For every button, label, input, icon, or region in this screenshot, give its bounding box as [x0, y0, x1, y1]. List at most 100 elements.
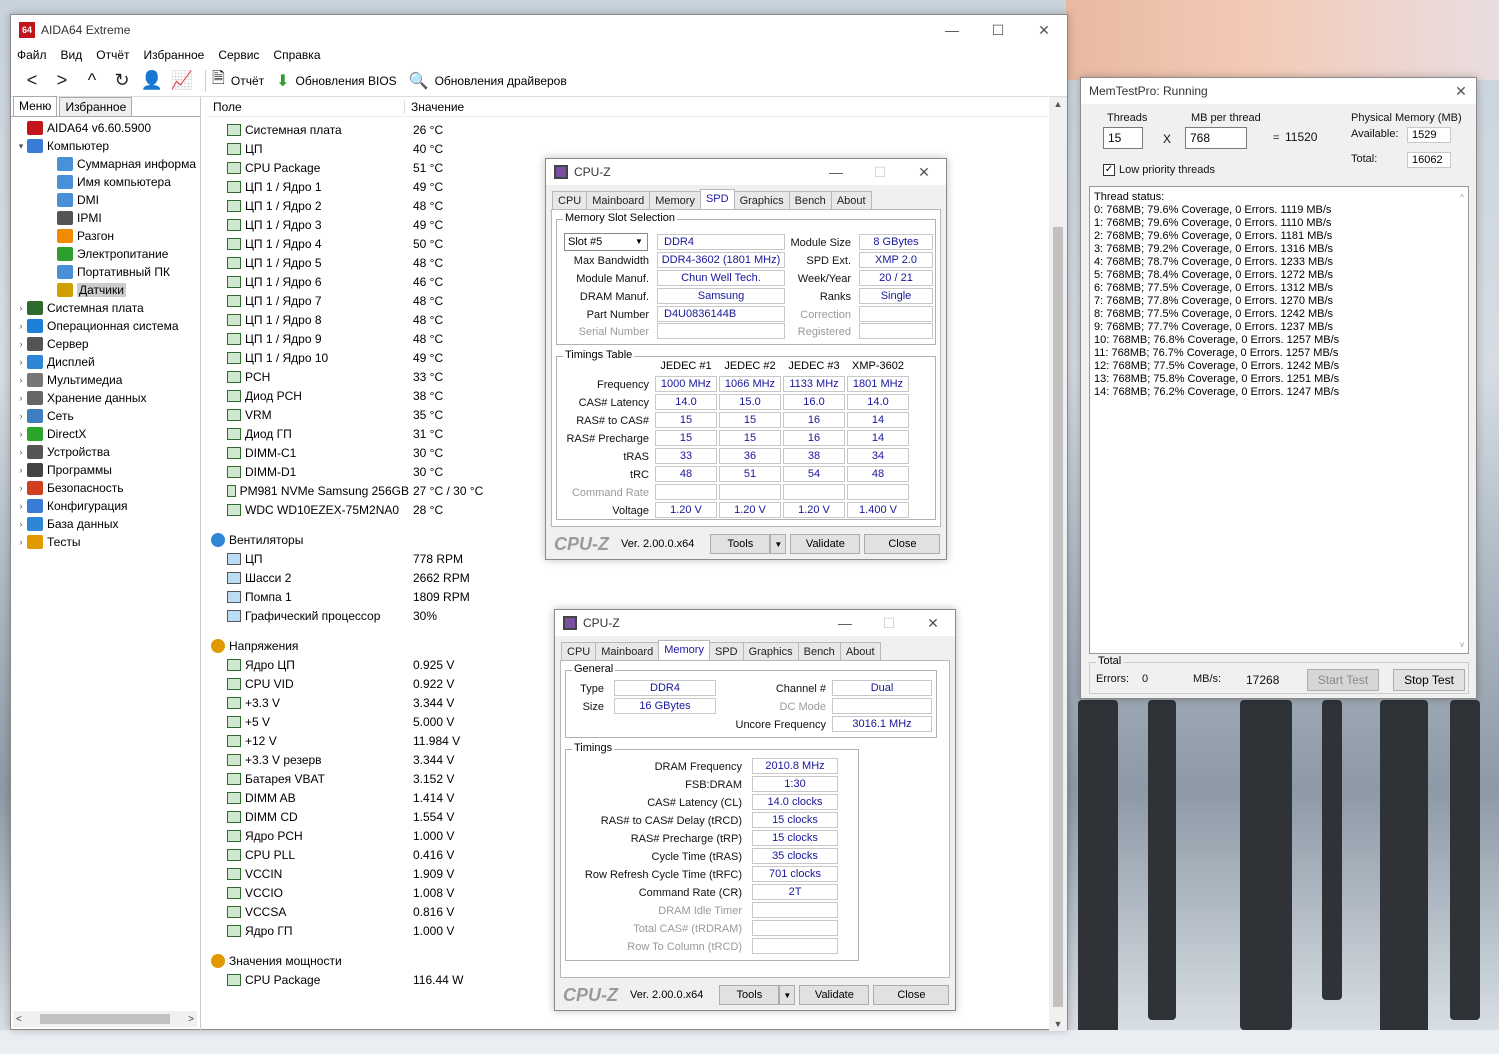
menu-file[interactable]: Файл	[17, 48, 47, 62]
menu-service[interactable]: Сервис	[218, 48, 259, 62]
tab-memory[interactable]: Memory	[658, 640, 710, 661]
tree-item[interactable]: AIDA64 v6.60.5900	[11, 119, 200, 137]
tree-item[interactable]: › Сеть	[11, 407, 200, 425]
tab-mainboard[interactable]: Mainboard	[595, 642, 660, 661]
tools-dropdown-icon[interactable]: ▼	[770, 534, 787, 554]
forward-icon[interactable]: >	[49, 69, 75, 93]
chevron-right-icon[interactable]: ›	[15, 411, 27, 421]
chevron-right-icon[interactable]: ›	[15, 483, 27, 493]
mb-per-thread-input[interactable]: 768	[1185, 127, 1247, 149]
scroll-thumb[interactable]	[40, 1014, 170, 1024]
report-button[interactable]: 🗎 Отчёт	[212, 67, 264, 94]
scroll-up-icon[interactable]: ▲	[1049, 99, 1067, 109]
column-header-value[interactable]: Значение	[405, 100, 464, 114]
chevron-right-icon[interactable]: ›	[15, 465, 27, 475]
tree-item[interactable]: Разгон	[11, 227, 200, 245]
tree-item[interactable]: › Сервер	[11, 335, 200, 353]
bios-update-button[interactable]: ⬇ Обновления BIOS	[276, 71, 397, 91]
mtp-titlebar[interactable]: MemTestPro: Running ✕	[1081, 78, 1476, 104]
chevron-right-icon[interactable]: ›	[15, 357, 27, 367]
tree-item[interactable]: › База данных	[11, 515, 200, 533]
chevron-right-icon[interactable]: ›	[15, 375, 27, 385]
scroll-down-icon[interactable]: ▼	[1049, 1019, 1067, 1029]
aida-titlebar[interactable]: 64 AIDA64 Extreme — ☐ ✕	[11, 15, 1067, 45]
validate-button[interactable]: Validate	[799, 985, 870, 1005]
stop-test-button[interactable]: Stop Test	[1393, 669, 1465, 691]
sensor-row[interactable]: Помпа 1 1809 RPM	[207, 587, 1049, 606]
slot-select[interactable]: Slot #5 ▼	[564, 233, 648, 251]
tree-item[interactable]: › Мультимедиа	[11, 371, 200, 389]
chart-icon[interactable]: 📈	[169, 69, 195, 93]
back-icon[interactable]: <	[19, 69, 45, 93]
close-button[interactable]: ✕	[1021, 15, 1067, 45]
tree-item[interactable]: › Хранение данных	[11, 389, 200, 407]
tab-graphics[interactable]: Graphics	[742, 642, 799, 661]
tree-item[interactable]: Портативный ПК	[11, 263, 200, 281]
tree-item[interactable]: › Операционная система	[11, 317, 200, 335]
chevron-right-icon[interactable]: ›	[15, 447, 27, 457]
threads-input[interactable]: 15	[1103, 127, 1143, 149]
up-icon[interactable]: ^	[79, 69, 105, 93]
close-button[interactable]: ✕	[902, 159, 946, 185]
tree-item[interactable]: Датчики	[11, 281, 200, 299]
tab-about[interactable]: About	[839, 642, 881, 661]
tree-item[interactable]: Имя компьютера	[11, 173, 200, 191]
validate-button[interactable]: Validate	[790, 534, 861, 554]
tab-spd[interactable]: SPD	[708, 642, 744, 661]
low-priority-checkbox[interactable]: ✓ Low priority threads	[1103, 164, 1215, 176]
tab-bench[interactable]: Bench	[788, 191, 832, 210]
menu-help[interactable]: Справка	[273, 48, 320, 62]
tab-favorites[interactable]: Избранное	[59, 97, 133, 116]
tree-item[interactable]: › Тесты	[11, 533, 200, 551]
tree-item[interactable]: › Безопасность	[11, 479, 200, 497]
menu-view[interactable]: Вид	[61, 48, 83, 62]
chevron-right-icon[interactable]: ›	[15, 321, 27, 331]
scroll-left-icon[interactable]: <	[16, 1014, 22, 1025]
tab-bench[interactable]: Bench	[797, 642, 841, 661]
scroll-down-icon[interactable]: v	[1460, 638, 1464, 651]
cpuz-spd-titlebar[interactable]: CPU-Z — ☐ ✕	[546, 159, 946, 185]
tree-item[interactable]: ▾ Компьютер	[11, 137, 200, 155]
chevron-right-icon[interactable]: ›	[15, 393, 27, 403]
scroll-up-icon[interactable]: ^	[1460, 191, 1464, 204]
tab-menu[interactable]: Меню	[13, 96, 58, 116]
column-header-field[interactable]: Поле	[207, 99, 405, 114]
scroll-thumb[interactable]	[1053, 227, 1063, 1007]
start-test-button[interactable]: Start Test	[1307, 669, 1379, 691]
tools-button[interactable]: Tools	[719, 985, 780, 1005]
tree-item[interactable]: › Конфигурация	[11, 497, 200, 515]
user-icon[interactable]: 👤	[139, 69, 165, 93]
minimize-button[interactable]: —	[929, 15, 975, 45]
tab-spd[interactable]: SPD	[699, 189, 735, 210]
refresh-icon[interactable]: ↻	[109, 69, 135, 93]
tree-item[interactable]: DMI	[11, 191, 200, 209]
scroll-right-icon[interactable]: >	[188, 1014, 194, 1025]
minimize-button[interactable]: —	[814, 159, 858, 185]
tab-mainboard[interactable]: Mainboard	[586, 191, 651, 210]
checkbox-checked-icon[interactable]: ✓	[1103, 164, 1115, 176]
chevron-down-icon[interactable]: ▾	[15, 141, 27, 152]
close-button[interactable]: Close	[864, 534, 941, 554]
chevron-right-icon[interactable]: ›	[15, 303, 27, 313]
tree-item[interactable]: › Устройства	[11, 443, 200, 461]
driver-update-button[interactable]: 🔍 Обновления драйверов	[409, 71, 567, 91]
tree-item[interactable]: Электропитание	[11, 245, 200, 263]
sensor-row[interactable]: Шасси 2 2662 RPM	[207, 568, 1049, 587]
tree-item[interactable]: › Дисплей	[11, 353, 200, 371]
close-button[interactable]: ✕	[911, 610, 955, 636]
tools-button[interactable]: Tools	[710, 534, 771, 554]
tree-item[interactable]: › DirectX	[11, 425, 200, 443]
cpuz-mem-titlebar[interactable]: CPU-Z — ☐ ✕	[555, 610, 955, 636]
tab-cpu[interactable]: CPU	[561, 642, 597, 661]
tree-item[interactable]: › Программы	[11, 461, 200, 479]
menu-report[interactable]: Отчёт	[96, 48, 129, 62]
chevron-right-icon[interactable]: ›	[15, 537, 27, 547]
tree-item[interactable]: › Системная плата	[11, 299, 200, 317]
chevron-right-icon[interactable]: ›	[15, 429, 27, 439]
close-button[interactable]: ✕	[1446, 78, 1476, 104]
tab-memory[interactable]: Memory	[649, 191, 701, 210]
sensor-row[interactable]: ЦП 40 °C	[207, 139, 1049, 158]
tab-cpu[interactable]: CPU	[552, 191, 588, 210]
tab-graphics[interactable]: Graphics	[733, 191, 790, 210]
minimize-button[interactable]: —	[823, 610, 867, 636]
